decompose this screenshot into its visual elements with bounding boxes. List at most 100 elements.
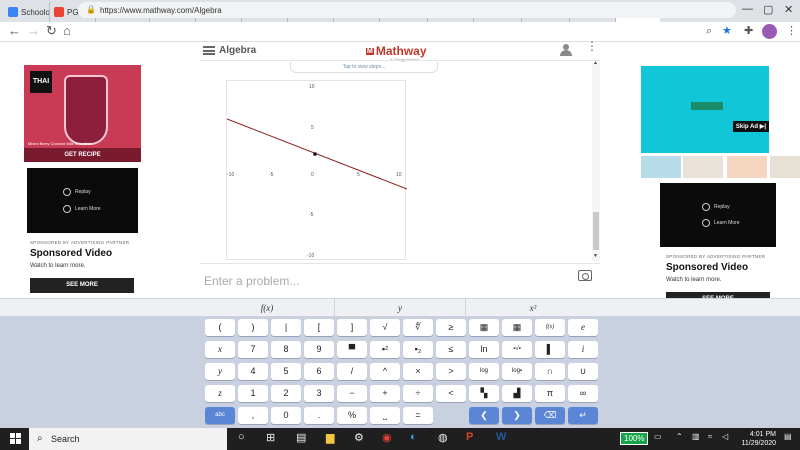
keypad-key[interactable]: y [205,363,235,380]
browser-tab[interactable]: Schoolo [4,2,50,22]
forward-icon[interactable]: → [27,23,40,38]
bookmark-star-icon[interactable]: ★ [722,24,732,37]
keypad-key[interactable]: π [535,385,565,402]
keypad-key[interactable]: [ [304,319,334,336]
right-video-ad-2[interactable]: Replay Learn More [660,183,776,247]
keypad-key[interactable]: 1 [238,385,268,402]
plotted-point[interactable] [313,152,317,156]
keypad-key[interactable]: ^ [370,363,400,380]
close-window-icon[interactable]: ✕ [784,3,793,16]
tab-variables[interactable]: y [335,299,465,317]
view-steps-link[interactable]: Tap to view steps... [290,62,438,73]
scroll-up-icon[interactable]: ▲ [593,60,598,66]
left-display-ad[interactable]: THAI Mixed Berry Coconut Milk Smoothie G… [24,65,141,162]
learn-more-row[interactable]: Learn More [702,219,740,227]
edge-icon[interactable]: ◐ [410,431,417,443]
keypad-key[interactable]: ▪² [370,341,400,358]
task-view-icon[interactable]: ○ [238,431,245,443]
replay-row[interactable]: Replay [702,203,730,211]
keypad-key[interactable]: 7 [238,341,268,358]
chrome-icon[interactable]: ◉ [382,431,392,444]
keypad-key[interactable]: 5 [271,363,301,380]
keypad-key[interactable]: abc [205,407,235,424]
clock[interactable]: 4:01 PM 11/29/2020 [736,430,776,448]
problem-input-area[interactable]: Enter a problem... [200,263,600,298]
hamburger-menu-icon[interactable] [203,46,215,55]
keypad-key[interactable]: ∩ [535,363,565,380]
keypad-key[interactable]: ▀ [337,341,367,358]
ad-thumbnail[interactable] [727,156,767,178]
keypad-key[interactable]: + [370,385,400,402]
battery-icon[interactable]: ▭ [654,432,662,441]
left-video-ad[interactable]: Replay Learn More [27,168,138,233]
network-icon[interactable]: ▥ [692,432,700,441]
keypad-key[interactable]: ⌫ [535,407,565,424]
extensions-icon[interactable]: ✚ [744,24,753,37]
menu-kebab-icon[interactable]: ⋮ [786,24,797,37]
see-more-button[interactable]: SEE MORE [30,278,134,293]
keypad-key[interactable]: > [436,363,466,380]
taskbar-search[interactable]: ⌕ Search [29,428,227,450]
keypad-key[interactable]: ▦ [502,319,532,336]
keypad-key[interactable]: − [337,385,367,402]
maximize-icon[interactable]: ▢ [763,3,773,16]
get-recipe-button[interactable]: GET RECIPE [24,148,141,162]
keypad-key[interactable]: e [568,319,598,336]
minimize-icon[interactable]: — [742,3,753,15]
problem-input[interactable]: Enter a problem... [204,274,299,288]
file-explorer-icon[interactable]: ▆ [326,431,334,444]
keypad-key[interactable]: 8 [271,341,301,358]
keypad-key[interactable]: ∞ [568,385,598,402]
volume-icon[interactable]: ◁ [722,432,728,441]
keypad-key[interactable]: ln [469,341,499,358]
keypad-key[interactable]: 6 [304,363,334,380]
home-icon[interactable]: ⌂ [63,23,71,38]
keypad-key[interactable]: 2 [271,385,301,402]
keypad-key[interactable]: ≥ [436,319,466,336]
keypad-key[interactable]: / [337,363,367,380]
keypad-key[interactable]: . [304,407,334,424]
keypad-key[interactable]: log▪ [502,363,532,380]
keypad-key[interactable]: 3 [304,385,334,402]
keypad-key[interactable]: √ [370,319,400,336]
camera-icon[interactable] [578,270,592,281]
keypad-key[interactable]: ] [337,319,367,336]
keypad-key[interactable]: ▌ [535,341,565,358]
keypad-key[interactable]: < [436,385,466,402]
powerpoint-icon[interactable]: P [466,431,473,443]
keypad-key[interactable]: ∜ [403,319,433,336]
more-options-icon[interactable]: ⋮ [586,40,598,52]
keypad-key[interactable]: ) [238,319,268,336]
keypad-key[interactable]: ❯ [502,407,532,424]
tray-chevron-icon[interactable]: ⌃ [676,432,683,441]
scroll-down-icon[interactable]: ▼ [593,253,598,259]
mathway-logo[interactable]: M Mathway [366,44,427,58]
keypad-key[interactable]: , [238,407,268,424]
notifications-icon[interactable]: ▤ [784,432,792,441]
keypad-key[interactable]: % [337,407,367,424]
keypad-key[interactable]: ÷ [403,385,433,402]
windows-start-icon[interactable] [10,433,22,445]
keypad-key[interactable]: ↵ [568,407,598,424]
reload-icon[interactable]: ↻ [46,23,57,39]
settings-gear-icon[interactable]: ⚙ [354,431,364,444]
back-icon[interactable]: ← [8,23,21,38]
keypad-key[interactable]: ▦ [469,319,499,336]
user-account-icon[interactable] [560,44,572,56]
address-bar[interactable]: 🔒 https://www.mathway.com/Algebra [78,2,736,18]
keypad-key[interactable]: × [403,363,433,380]
keypad-key[interactable]: ∪ [568,363,598,380]
keypad-key[interactable]: 0 [271,407,301,424]
learn-more-row[interactable]: Learn More [63,205,101,213]
graph-panel[interactable]: 10 5 -10 -5 0 5 10 -5 -10 [226,80,408,260]
keypad-key[interactable]: ❮ [469,407,499,424]
right-video-ad[interactable]: Skip Ad ▶| [641,66,769,153]
keypad-key[interactable]: x [205,341,235,358]
keypad-key[interactable]: log [469,363,499,380]
wifi-icon[interactable]: ≈ [708,432,712,441]
keypad-key[interactable]: ( [205,319,235,336]
keypad-key[interactable]: i [568,341,598,358]
store-icon[interactable]: ▤ [296,431,306,444]
widgets-icon[interactable]: ⊞ [266,431,275,444]
skip-ad-button[interactable]: Skip Ad ▶| [732,121,769,132]
